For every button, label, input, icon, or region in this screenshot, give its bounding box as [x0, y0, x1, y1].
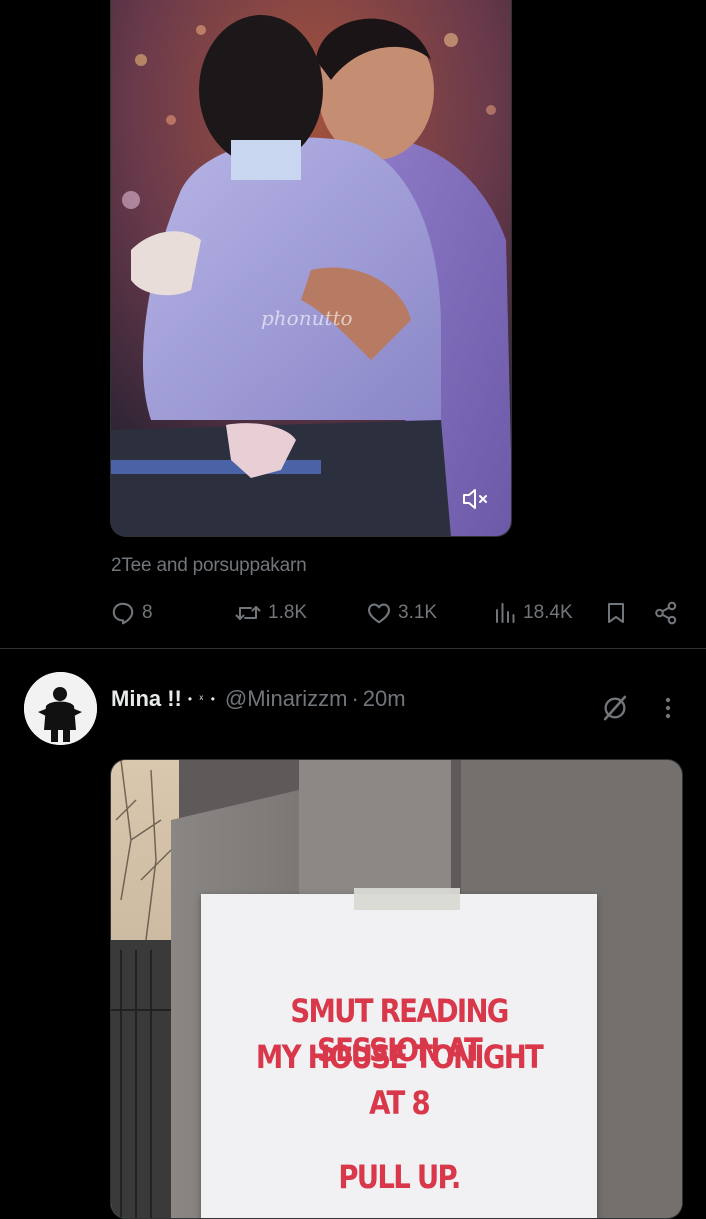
post-video[interactable]: phonutto [110, 0, 512, 537]
post-header: Mina !! • ˣ • @Minarizzm · 20m [111, 683, 406, 715]
like-button[interactable]: 3.1K [366, 597, 437, 629]
share-icon [655, 601, 677, 625]
media-watermark: phonutto [261, 306, 353, 330]
avatar-image [24, 672, 97, 745]
meta-separator: · [351, 686, 359, 711]
sign-line-2: MY HOUSE TONIGHT [255, 1038, 544, 1076]
analytics-icon [496, 603, 515, 623]
like-count: 3.1K [398, 602, 438, 623]
sign-line-3: AT 8 [369, 1084, 431, 1122]
sign-line-4: PULL UP. [338, 1158, 461, 1196]
repost-icon [235, 606, 261, 620]
volume-muted-icon [463, 489, 487, 509]
repost-button[interactable]: 1.8K [234, 597, 307, 629]
avatar[interactable] [24, 672, 97, 745]
reply-count: 8 [142, 602, 153, 623]
paper-sign: SMUT READING SESSION AT MY HOUSE TONIGHT… [201, 888, 597, 1218]
grok-button[interactable] [597, 690, 633, 726]
video-frame: phonutto [111, 0, 511, 536]
view-count: 18.4K [523, 602, 573, 623]
heart-icon [368, 603, 390, 624]
reply-button[interactable]: 8 [110, 597, 153, 629]
reply-icon [112, 602, 134, 625]
post-divider [0, 648, 706, 649]
bookmark-button[interactable] [604, 597, 628, 629]
tape-strip [354, 888, 460, 910]
post-image[interactable]: SMUT READING SESSION AT MY HOUSE TONIGHT… [110, 759, 683, 1219]
share-button[interactable] [653, 597, 679, 629]
views-button[interactable]: 18.4K [493, 597, 573, 629]
mute-button[interactable] [458, 483, 494, 515]
post-timestamp[interactable]: 20m [363, 686, 406, 712]
grok-icon [603, 695, 627, 721]
tagged-users[interactable]: 2Tee and porsuppakarn [111, 555, 307, 577]
bookmark-icon [608, 603, 624, 623]
username-handle[interactable]: @Minarizzm [225, 686, 348, 712]
display-name[interactable]: Mina !! [111, 686, 182, 712]
more-options-button[interactable] [654, 690, 682, 726]
name-decoration: • ˣ • [187, 692, 217, 706]
repost-count: 1.8K [268, 602, 308, 623]
more-dots-icon [665, 697, 671, 719]
post-action-bar: 8 1.8K 3.1K 18.4K [0, 597, 706, 629]
